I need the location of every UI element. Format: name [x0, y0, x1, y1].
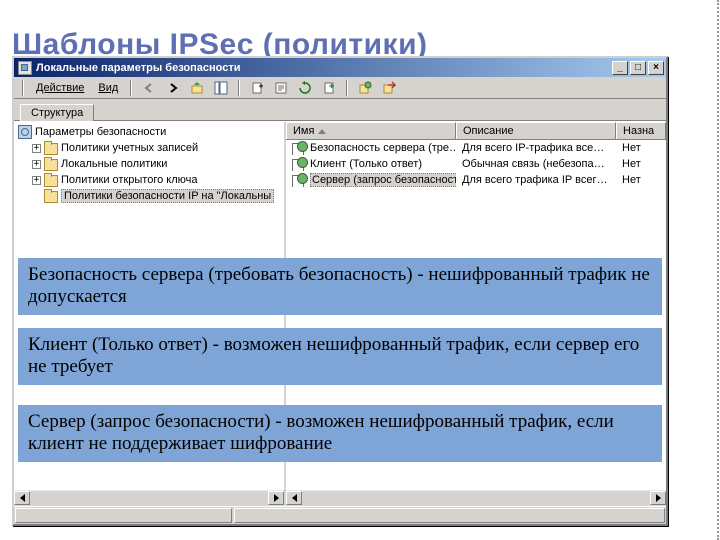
tree-root-label: Параметры безопасности [35, 126, 166, 138]
unassign-button[interactable] [378, 78, 400, 98]
folder-icon [44, 141, 58, 155]
explain-server-request: Сервер (запрос безопасности) - возможен … [18, 405, 662, 462]
refresh-button[interactable] [294, 78, 316, 98]
scroll-left-button[interactable] [14, 491, 30, 505]
toolbar: Действие Вид [14, 77, 666, 99]
explain-server-require: Безопасность сервера (требовать безопасн… [18, 258, 662, 315]
tree-label: Политики открытого ключа [61, 174, 197, 186]
tree-node-account-policies[interactable]: + Политики учетных записей [16, 140, 282, 156]
close-button[interactable]: × [648, 61, 664, 75]
security-root-icon [18, 125, 32, 139]
tree-label: Политики учетных записей [61, 142, 198, 154]
list-h-scrollbar[interactable] [286, 490, 666, 506]
row-desc: Для всего трафика IP всег… [456, 174, 616, 186]
list-rows: Безопасность сервера (тре… Для всего IP-… [286, 140, 666, 188]
status-pane-2 [234, 508, 665, 523]
show-tree-button[interactable] [210, 78, 232, 98]
toolbar-grip [22, 80, 24, 96]
window-title: Локальные параметры безопасности [36, 62, 612, 74]
up-button[interactable] [186, 78, 208, 98]
tree-node-public-key[interactable]: + Политики открытого ключа [16, 172, 282, 188]
row-assigned: Нет [616, 142, 666, 154]
assign-button[interactable] [354, 78, 376, 98]
scroll-right-button[interactable] [268, 491, 284, 505]
statusbar [14, 506, 666, 524]
toolbar-sep-1 [130, 80, 132, 96]
folder-icon [44, 173, 58, 187]
scroll-right-button[interactable] [650, 491, 666, 505]
row-assigned: Нет [616, 158, 666, 170]
tree-root[interactable]: Параметры безопасности [16, 124, 282, 140]
tree-node-ipsec[interactable]: Политики безопасности IP на "Локальны [16, 188, 282, 204]
row-assigned: Нет [616, 174, 666, 186]
tree-label: Локальные политики [61, 158, 167, 170]
explain-client-respond: Клиент (Только ответ) - возможен нешифро… [18, 328, 662, 385]
expander-icon[interactable]: + [32, 160, 41, 169]
app-icon [18, 61, 32, 75]
slide-right-dots [715, 0, 719, 540]
expander-icon[interactable]: + [32, 144, 41, 153]
export-button[interactable] [318, 78, 340, 98]
col-assigned[interactable]: Назна [616, 122, 666, 139]
toolbar-sep-3 [346, 80, 348, 96]
col-description[interactable]: Описание [456, 122, 616, 139]
folder-icon [44, 189, 58, 203]
policy-icon [292, 173, 306, 187]
list-item[interactable]: Безопасность сервера (тре… Для всего IP-… [286, 140, 666, 156]
tree-tabstrip: Структура [14, 99, 666, 121]
col-name-label: Имя [293, 125, 314, 137]
col-name[interactable]: Имя [286, 122, 456, 139]
titlebar[interactable]: Локальные параметры безопасности _ □ × [14, 58, 666, 77]
row-name: Безопасность сервера (тре… [310, 142, 456, 154]
tree-node-local-policies[interactable]: + Локальные политики [16, 156, 282, 172]
row-name: Клиент (Только ответ) [310, 158, 422, 170]
tree-label-selected: Политики безопасности IP на "Локальны [61, 189, 274, 203]
row-desc: Для всего IP-трафика все… [456, 142, 616, 154]
maximize-button[interactable]: □ [630, 61, 646, 75]
menu-view[interactable]: Вид [92, 81, 124, 95]
menu-action[interactable]: Действие [30, 81, 90, 95]
row-name-selected: Сервер (запрос безопасности) [310, 173, 456, 187]
forward-button[interactable] [162, 78, 184, 98]
new-button[interactable] [246, 78, 268, 98]
back-button[interactable] [138, 78, 160, 98]
folder-icon [44, 157, 58, 171]
toolbar-sep-2 [238, 80, 240, 96]
scroll-left-button[interactable] [286, 491, 302, 505]
row-desc: Обычная связь (небезопас… [456, 158, 616, 170]
status-pane-1 [15, 508, 232, 523]
expander-icon[interactable]: + [32, 176, 41, 185]
sort-asc-icon [318, 129, 326, 134]
list-header: Имя Описание Назна [286, 122, 666, 140]
list-item[interactable]: Клиент (Только ответ) Обычная связь (неб… [286, 156, 666, 172]
list-item[interactable]: Сервер (запрос безопасности) Для всего т… [286, 172, 666, 188]
minimize-button[interactable]: _ [612, 61, 628, 75]
policy-icon [292, 157, 306, 171]
policy-icon [292, 141, 306, 155]
tree-h-scrollbar[interactable] [14, 490, 284, 506]
properties-button[interactable] [270, 78, 292, 98]
tab-structure[interactable]: Структура [20, 104, 94, 121]
